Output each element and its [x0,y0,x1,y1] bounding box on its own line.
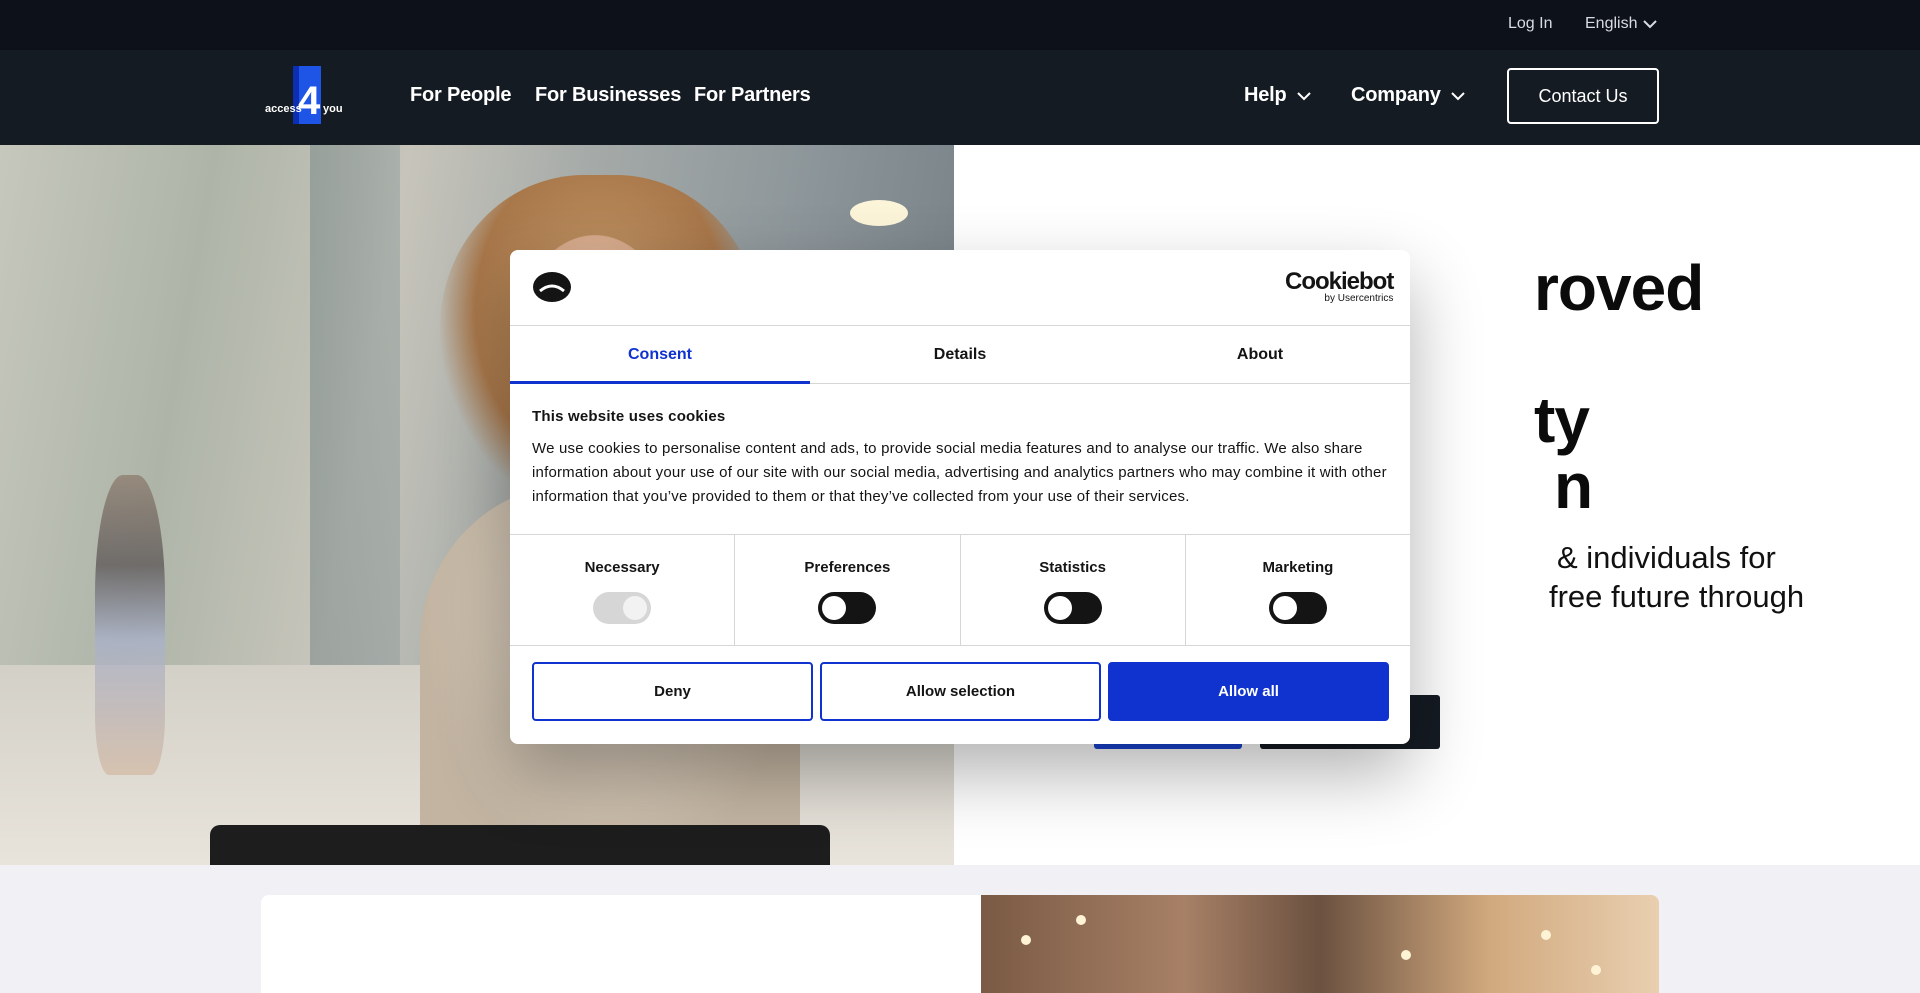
preferences-toggle[interactable] [818,592,877,624]
cookiebot-brand[interactable]: Cookiebot by Usercentrics [1285,268,1394,304]
marketing-toggle[interactable] [1268,592,1327,624]
logo-text-right: you [323,103,343,115]
category-preferences: Preferences [735,535,961,645]
category-label: Marketing [1262,559,1334,576]
nav-for-people[interactable]: For People [410,84,512,107]
category-label: Statistics [1039,559,1106,576]
category-statistics: Statistics [961,535,1186,645]
deny-button[interactable]: Deny [532,662,813,721]
consent-description: This website uses cookies We use cookies… [532,408,1388,509]
language-selector[interactable]: English [1585,15,1658,33]
feature-card-text [261,895,981,993]
category-label: Preferences [804,559,891,576]
necessary-toggle [593,592,652,624]
chevron-down-icon [1296,91,1311,100]
consent-body: We use cookies to personalise content an… [532,440,1387,505]
nav-help-label: Help [1244,84,1287,106]
allow-selection-button[interactable]: Allow selection [820,662,1101,721]
top-utility-bar: Log In English [0,0,1920,50]
cookie-consent-dialog: Cookiebot by Usercentrics Consent Detail… [510,250,1410,744]
nav-help-dropdown[interactable]: Help [1244,84,1311,107]
logo-text-left: access [265,103,302,115]
tab-about[interactable]: About [1110,326,1410,383]
cookiebot-brand-name: Cookiebot [1285,268,1394,295]
chevron-down-icon [1451,91,1465,100]
cookie-category-toggles: Necessary Preferences Statistics Marketi… [510,534,1410,646]
site-logo[interactable]: 4 access you [265,64,349,128]
language-label: English [1585,15,1638,32]
nav-company-label: Company [1351,84,1441,106]
statistics-toggle[interactable] [1043,592,1102,624]
cookiebot-brand-sub: by Usercentrics [1324,293,1394,304]
tab-details[interactable]: Details [810,326,1110,383]
consent-heading: This website uses cookies [532,408,726,425]
contact-us-button[interactable]: Contact Us [1507,68,1659,124]
nav-for-partners[interactable]: For Partners [694,84,811,107]
main-navigation: 4 access you For People For Businesses F… [0,50,1920,145]
dialog-header: Cookiebot by Usercentrics [510,250,1410,326]
allow-all-button[interactable]: Allow all [1108,662,1389,721]
nav-for-businesses[interactable]: For Businesses [535,84,681,107]
logo-mark-icon: 4 access you [265,66,343,124]
category-marketing: Marketing [1186,535,1410,645]
feature-card-image [981,895,1659,993]
chevron-down-icon [1643,20,1658,29]
tab-consent[interactable]: Consent [510,326,810,384]
nav-company-dropdown[interactable]: Company [1351,84,1465,107]
login-link[interactable]: Log In [1508,15,1552,33]
category-necessary: Necessary [510,535,736,645]
cookie-logo-icon [533,272,571,302]
category-label: Necessary [584,559,660,576]
logo-numeral: 4 [298,79,321,123]
dialog-tabs: Consent Details About [510,326,1410,384]
